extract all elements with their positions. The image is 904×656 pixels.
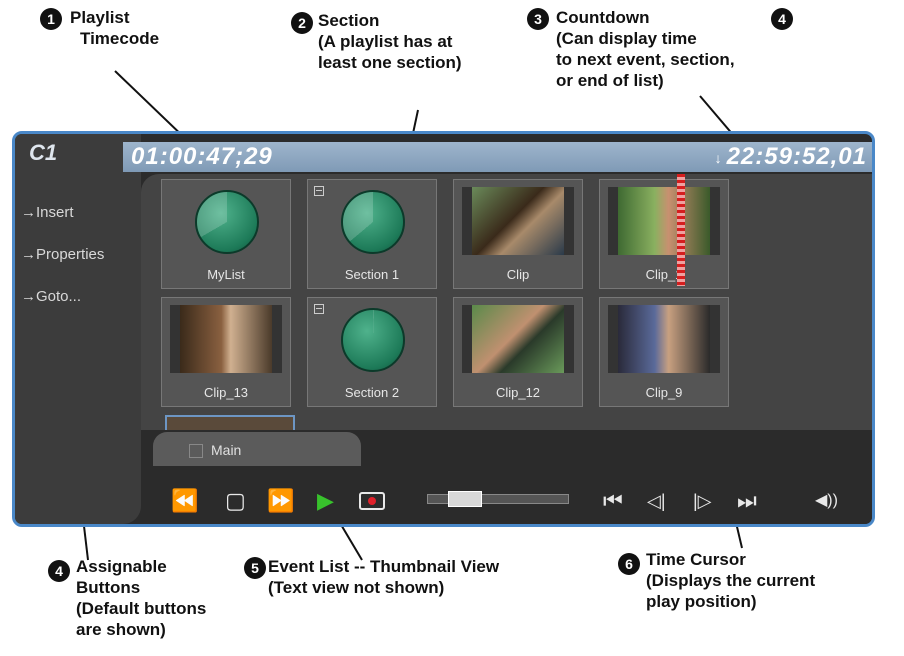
callout-text: Timecode	[80, 29, 160, 48]
callout-text: Countdown	[556, 8, 650, 27]
playlist-timecode: 01:00:47;29	[131, 143, 273, 170]
step-forward-button[interactable]: |▷	[693, 490, 712, 512]
tile-label: Section 1	[344, 267, 400, 282]
callout-text: Section	[318, 11, 380, 30]
rewind-button[interactable]: ⏪	[171, 490, 198, 512]
tab-label: Main	[211, 442, 242, 458]
callout-text: (A playlist has at	[318, 32, 453, 51]
tile-label: Clip	[506, 267, 530, 282]
callout-badge-1: 1	[40, 8, 62, 30]
clip-thumbnail	[462, 187, 574, 255]
time-cursor[interactable]	[677, 174, 685, 286]
callout-text: Time Cursor	[646, 550, 746, 569]
insert-button[interactable]: →Insert	[21, 204, 74, 221]
record-button[interactable]	[359, 492, 385, 510]
go-to-start-button[interactable]: ⏮	[603, 490, 623, 512]
callout-badge-4-top: 4	[771, 8, 793, 30]
section-dial-icon	[341, 190, 405, 254]
collapse-icon[interactable]	[314, 186, 324, 196]
callout-badge-6: 6	[618, 553, 640, 575]
callout-text: play position)	[646, 592, 757, 611]
tile-label: Clip_9	[645, 385, 683, 400]
clip-thumbnail	[170, 305, 282, 373]
playlist-dial-icon	[195, 190, 259, 254]
down-arrow-icon: ↓	[714, 149, 723, 166]
callout-badge-2: 2	[291, 12, 313, 34]
transport-controls: ⏪ ▢ ⏩ ▶ ⏮ ◁| |▷ ⏭ ◀))	[141, 470, 872, 524]
callout-assignable-buttons: Assignable Buttons (Default buttons are …	[76, 556, 206, 640]
assignable-buttons-column	[15, 134, 141, 524]
callout-badge-5: 5	[244, 557, 266, 579]
tile-label: Clip_12	[495, 385, 541, 400]
callout-text: least one section)	[318, 53, 462, 72]
callout-text: are shown)	[76, 620, 166, 639]
collapse-icon[interactable]	[314, 304, 324, 314]
event-tile-clip-12[interactable]: Clip_12	[453, 297, 583, 407]
callout-text: Playlist	[70, 8, 130, 27]
clip-thumbnail	[462, 305, 574, 373]
tile-label: Section 2	[344, 385, 400, 400]
callout-text: (Default buttons	[76, 599, 207, 618]
shuttle-slider[interactable]	[427, 491, 569, 507]
go-to-end-button[interactable]: ⏭	[737, 490, 757, 512]
goto-button[interactable]: →Goto...	[21, 288, 81, 305]
countdown-timecode: 22:59:52,01	[726, 143, 867, 170]
tile-label: MyList	[207, 267, 245, 282]
callout-text: Assignable	[76, 557, 167, 576]
callout-text: Buttons	[76, 578, 141, 597]
tile-label: Clip_1	[645, 267, 683, 282]
callout-badge-4: 4	[48, 560, 70, 582]
event-tile-clip-13[interactable]: Clip_13	[161, 297, 291, 407]
playlist-panel: C1 01:00:47;29 ↓ 22:59:52,01 →Insert →Pro…	[12, 131, 875, 527]
volume-icon[interactable]: ◀))	[815, 490, 838, 512]
section-tab-icon	[189, 444, 203, 458]
callout-countdown: Countdown (Can display time to next even…	[556, 7, 735, 91]
timecode-bar: 01:00:47;29 ↓ 22:59:52,01	[123, 142, 872, 172]
properties-button[interactable]: →Properties	[21, 246, 104, 263]
event-tile-clip[interactable]: Clip	[453, 179, 583, 289]
event-tile-clip-1[interactable]: Clip_1	[599, 179, 729, 289]
stop-button[interactable]: ▢	[225, 490, 246, 512]
callout-text: (Displays the current	[646, 571, 816, 590]
shuttle-slider-knob[interactable]	[448, 491, 482, 507]
callout-text: (Can display time	[556, 29, 697, 48]
callout-event-list: Event List -- Thumbnail View (Text view …	[268, 556, 499, 598]
fast-forward-button[interactable]: ⏩	[267, 490, 294, 512]
event-tile-section-2[interactable]: Section 2	[307, 297, 437, 407]
clip-thumbnail	[608, 305, 720, 373]
event-tile-section-1[interactable]: Section 1	[307, 179, 437, 289]
callout-text: (Text view not shown)	[268, 578, 445, 597]
callout-section: Section (A playlist has at least one sec…	[318, 10, 462, 73]
tile-label: Clip_13	[203, 385, 249, 400]
callout-text: to next event, section,	[556, 50, 735, 69]
event-tile-clip-9[interactable]: Clip_9	[599, 297, 729, 407]
callout-playlist-timecode: Playlist Timecode	[70, 7, 159, 49]
channel-label: C1	[29, 140, 58, 165]
callout-time-cursor: Time Cursor (Displays the current play p…	[646, 549, 815, 612]
play-button[interactable]: ▶	[317, 490, 334, 512]
event-tile-mylist[interactable]: MyList	[161, 179, 291, 289]
callout-text: Event List -- Thumbnail View	[268, 557, 500, 576]
tab-main[interactable]: Main	[153, 432, 361, 466]
callout-text: or end of list)	[556, 71, 664, 90]
countdown-timecode-wrap: ↓ 22:59:52,01	[715, 143, 867, 171]
clip-thumbnail	[608, 187, 720, 255]
step-back-button[interactable]: ◁|	[647, 490, 666, 512]
section-dial-icon	[341, 308, 405, 372]
event-list-thumbnail-view: MyList Section 1 Clip Clip_1 Clip_13 Sec…	[141, 174, 872, 432]
callout-badge-3: 3	[527, 8, 549, 30]
